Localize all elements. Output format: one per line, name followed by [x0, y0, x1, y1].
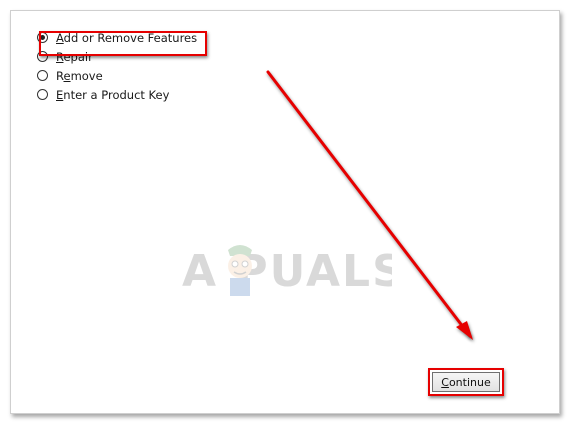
- continue-button[interactable]: Continue: [432, 372, 500, 392]
- red-arrow: [266, 70, 472, 338]
- red-arrowhead: [456, 321, 473, 340]
- annotation-overlay: [266, 70, 473, 340]
